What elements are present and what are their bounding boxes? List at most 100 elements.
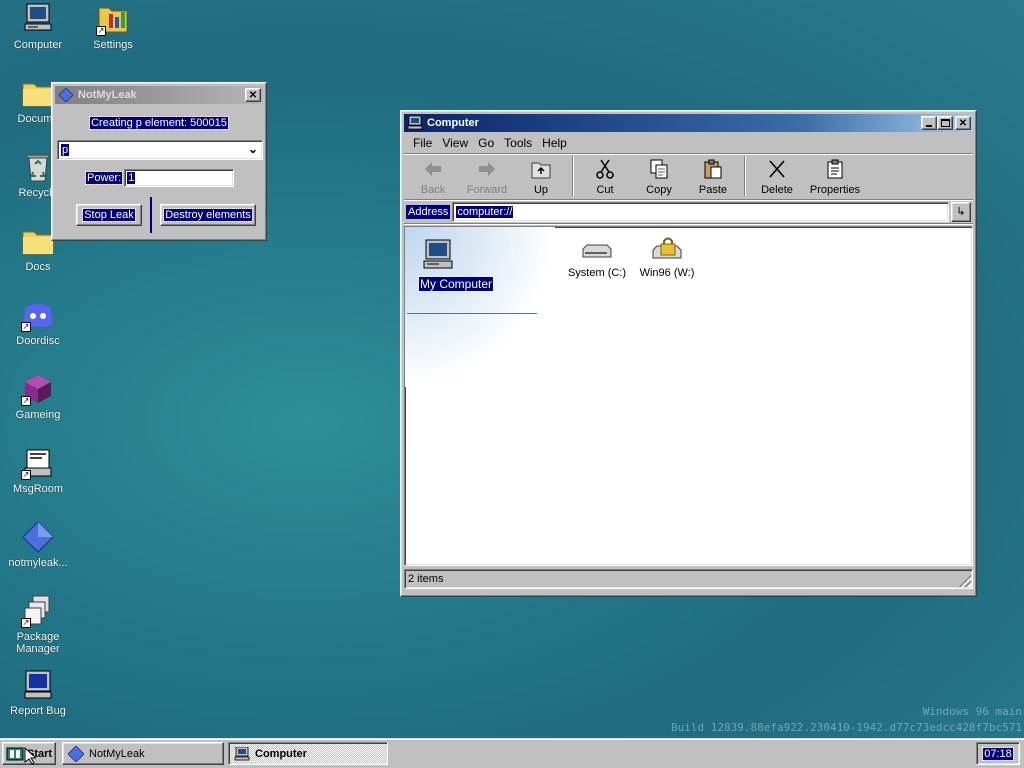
properties-icon: [827, 159, 843, 179]
power-value: 1: [126, 171, 137, 185]
task-computer[interactable]: Computer: [228, 742, 388, 765]
status-text: 2 items: [408, 573, 444, 585]
cube-icon: ↗: [21, 372, 55, 406]
cursor-pointer-icon: [24, 746, 38, 765]
menu-tools[interactable]: Tools: [499, 136, 537, 150]
watermark-build: Build 12839.88efa922.230410-1942.d77c73e…: [671, 721, 1022, 734]
copy-icon: [650, 159, 668, 179]
notmyleak-title: NotMyLeak: [78, 89, 137, 101]
close-button[interactable]: ✕: [245, 88, 261, 102]
menu-view[interactable]: View: [437, 136, 473, 150]
status-bar: 2 items: [404, 569, 973, 589]
paste-button[interactable]: Paste: [686, 154, 740, 198]
menu-help[interactable]: Help: [537, 136, 572, 150]
desktop-icon-msgroom[interactable]: ↗ MsgRoom: [0, 446, 76, 495]
desktop-icon-computer[interactable]: Computer: [0, 2, 76, 51]
properties-button[interactable]: Properties: [804, 154, 866, 198]
sidebar-divider: [407, 313, 537, 314]
shortcut-arrow-icon: ↗: [21, 322, 31, 332]
back-button[interactable]: Back: [406, 154, 460, 198]
menu-go[interactable]: Go: [473, 136, 499, 150]
address-label: Address: [406, 204, 451, 219]
explorer-titlebar[interactable]: Computer ✕: [404, 114, 973, 132]
sidebar-panel: My Computer: [417, 239, 539, 292]
chevron-down-icon: ⌄: [247, 142, 258, 156]
monitor-bug-icon: [21, 668, 55, 702]
cut-button[interactable]: Cut: [578, 154, 632, 198]
discord-icon: ↗: [21, 298, 55, 332]
button-divider: [150, 197, 152, 233]
power-input[interactable]: 1: [124, 169, 235, 187]
element-dropdown[interactable]: p ⌄: [57, 140, 263, 160]
resize-grip-icon[interactable]: [959, 575, 971, 587]
explorer-window: Computer ✕ File View Go Tools Help Back …: [400, 110, 977, 597]
shortcut-arrow-icon: ↗: [21, 396, 31, 406]
explorer-title: Computer: [427, 117, 479, 129]
stop-leak-button[interactable]: Stop Leak: [76, 204, 142, 226]
go-button[interactable]: ↳: [951, 201, 971, 222]
shortcut-arrow-icon: ↗: [21, 470, 31, 480]
desktop-icon-settings[interactable]: ↗ Settings: [75, 2, 151, 51]
desktop-icon-report-bug[interactable]: Report Bug: [0, 668, 76, 717]
folder-icon: [21, 224, 55, 258]
menu-file[interactable]: File: [408, 136, 437, 150]
back-arrow-icon: [425, 162, 441, 176]
watermark-os: Windows 96 main: [922, 705, 1022, 718]
forward-button[interactable]: Forward: [460, 154, 514, 198]
settings-icon: ↗: [96, 2, 130, 36]
my-computer-icon: [421, 239, 455, 271]
address-bar: Address computer:// ↳: [404, 200, 973, 224]
power-row: Power: 1: [55, 169, 263, 187]
menu-bar: File View Go Tools Help: [404, 132, 973, 154]
diamond-icon: [67, 744, 85, 763]
task-notmyleak[interactable]: NotMyLeak: [62, 742, 224, 765]
start-logo-icon: [6, 746, 24, 762]
drive-win96-w[interactable]: Win96 (W:): [627, 233, 707, 279]
forward-arrow-icon: [479, 162, 495, 176]
maximize-icon: [940, 119, 950, 127]
destroy-elements-button[interactable]: Destroy elements: [160, 204, 256, 226]
scissors-icon: [596, 159, 614, 179]
delete-button[interactable]: Delete: [750, 154, 804, 198]
folder-icon: [21, 76, 55, 110]
computer-icon: [21, 2, 55, 36]
system-tray: 07:18: [976, 742, 1020, 765]
computer-icon: [234, 746, 250, 761]
address-input[interactable]: computer://: [452, 201, 949, 222]
notmyleak-titlebar[interactable]: NotMyLeak ✕: [55, 86, 263, 104]
button-row: Stop Leak Destroy elements: [55, 197, 263, 233]
file-view[interactable]: My Computer System (C:) Win96 (W:): [404, 226, 973, 566]
close-icon: ✕: [958, 117, 968, 129]
drive-system-c[interactable]: System (C:): [557, 237, 637, 279]
recycle-bin-icon: [21, 150, 55, 184]
status-row: Creating p element: 500015: [55, 116, 263, 130]
up-button[interactable]: Up: [514, 154, 568, 198]
toolbar-separator: [744, 156, 746, 196]
diamond-icon: [58, 87, 74, 103]
folder-up-icon: [531, 162, 551, 179]
copy-button[interactable]: Copy: [632, 154, 686, 198]
desktop-icon-notmyleak[interactable]: notmyleak...: [0, 520, 76, 569]
desktop-icon-gameing[interactable]: ↗ Gameing: [0, 372, 76, 421]
minimize-button[interactable]: [921, 116, 937, 130]
computer-icon: [407, 115, 423, 130]
toolbar: Back Forward Up Cut Copy Paste Delete Pr…: [404, 154, 973, 200]
maximize-button[interactable]: [937, 116, 953, 130]
delete-x-icon: [769, 160, 785, 178]
desktop-icon-doordisc[interactable]: ↗ Doordisc: [0, 298, 76, 347]
toolbar-separator: [572, 156, 574, 196]
diamond-icon: [21, 520, 55, 554]
close-button[interactable]: ✕: [955, 116, 971, 130]
sidebar-title: My Computer: [417, 276, 495, 292]
minimize-icon: [926, 125, 932, 127]
desktop-icon-package-manager[interactable]: ↗ Package Manager: [0, 594, 76, 655]
clock[interactable]: 07:18: [982, 746, 1014, 761]
notmyleak-window: NotMyLeak ✕ Creating p element: 500015 p…: [51, 82, 267, 241]
close-icon: ✕: [248, 89, 258, 101]
build-watermark: Windows 96 main Build 12839.88efa922.230…: [671, 704, 1022, 736]
package-icon: ↗: [21, 594, 55, 628]
locked-drive-icon: [627, 233, 707, 267]
dropdown-value: p: [59, 143, 71, 157]
paste-icon: [704, 159, 722, 179]
leak-status: Creating p element: 500015: [89, 116, 229, 130]
